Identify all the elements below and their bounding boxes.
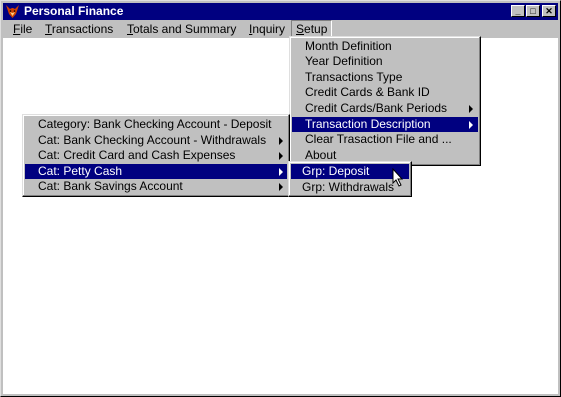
menu-item-cat-petty-cash[interactable]: Cat: Petty Cash: [25, 164, 287, 179]
menu-item-year-definition[interactable]: Year Definition: [292, 54, 478, 69]
menu-inquiry[interactable]: Inquiry: [245, 21, 289, 37]
fox-logo-icon[interactable]: [5, 4, 20, 19]
menu-totals-and-summary[interactable]: Totals and Summary: [123, 21, 240, 37]
menu-item-credit-cards-bank-id[interactable]: Credit Cards & Bank ID: [292, 85, 478, 100]
menu-item-clear-transaction-file[interactable]: Clear Trasaction File and ...: [292, 132, 478, 147]
submenu-arrow-icon: [279, 152, 283, 160]
setup-menu: Month Definition Year Definition Transac…: [289, 36, 481, 166]
maximize-icon: □: [530, 6, 536, 16]
menu-item-month-definition[interactable]: Month Definition: [292, 39, 478, 54]
title-bar[interactable]: Personal Finance _ □ ✕: [3, 3, 558, 20]
menu-item-credit-cards-bank-periods[interactable]: Credit Cards/Bank Periods: [292, 101, 478, 116]
submenu-arrow-icon: [279, 183, 283, 191]
menu-transactions[interactable]: Transactions: [41, 21, 117, 37]
menu-item-cat-credit-card-cash-expenses[interactable]: Cat: Credit Card and Cash Expenses: [25, 148, 287, 163]
menu-item-cat-bank-savings-account[interactable]: Cat: Bank Savings Account: [25, 179, 287, 194]
minimize-icon: _: [515, 6, 521, 16]
menu-item-category-bank-checking-deposit[interactable]: Category: Bank Checking Account - Deposi…: [25, 117, 287, 132]
menu-item-transaction-description[interactable]: Transaction Description: [292, 117, 478, 132]
submenu-arrow-icon: [279, 168, 283, 176]
minimize-button[interactable]: _: [511, 5, 525, 17]
submenu-arrow-icon: [469, 121, 473, 129]
window-title: Personal Finance: [24, 4, 124, 18]
arrow-cursor-icon: [392, 168, 404, 187]
menu-file[interactable]: File: [9, 21, 36, 37]
transaction-description-menu: Category: Bank Checking Account - Deposi…: [22, 114, 290, 197]
menu-item-cat-bank-checking-withdrawals[interactable]: Cat: Bank Checking Account - Withdrawals: [25, 133, 287, 148]
submenu-arrow-icon: [469, 105, 473, 113]
menu-item-transactions-type[interactable]: Transactions Type: [292, 70, 478, 85]
maximize-button[interactable]: □: [526, 5, 540, 17]
close-icon: ✕: [545, 6, 553, 16]
close-button[interactable]: ✕: [542, 5, 556, 17]
submenu-arrow-icon: [279, 137, 283, 145]
